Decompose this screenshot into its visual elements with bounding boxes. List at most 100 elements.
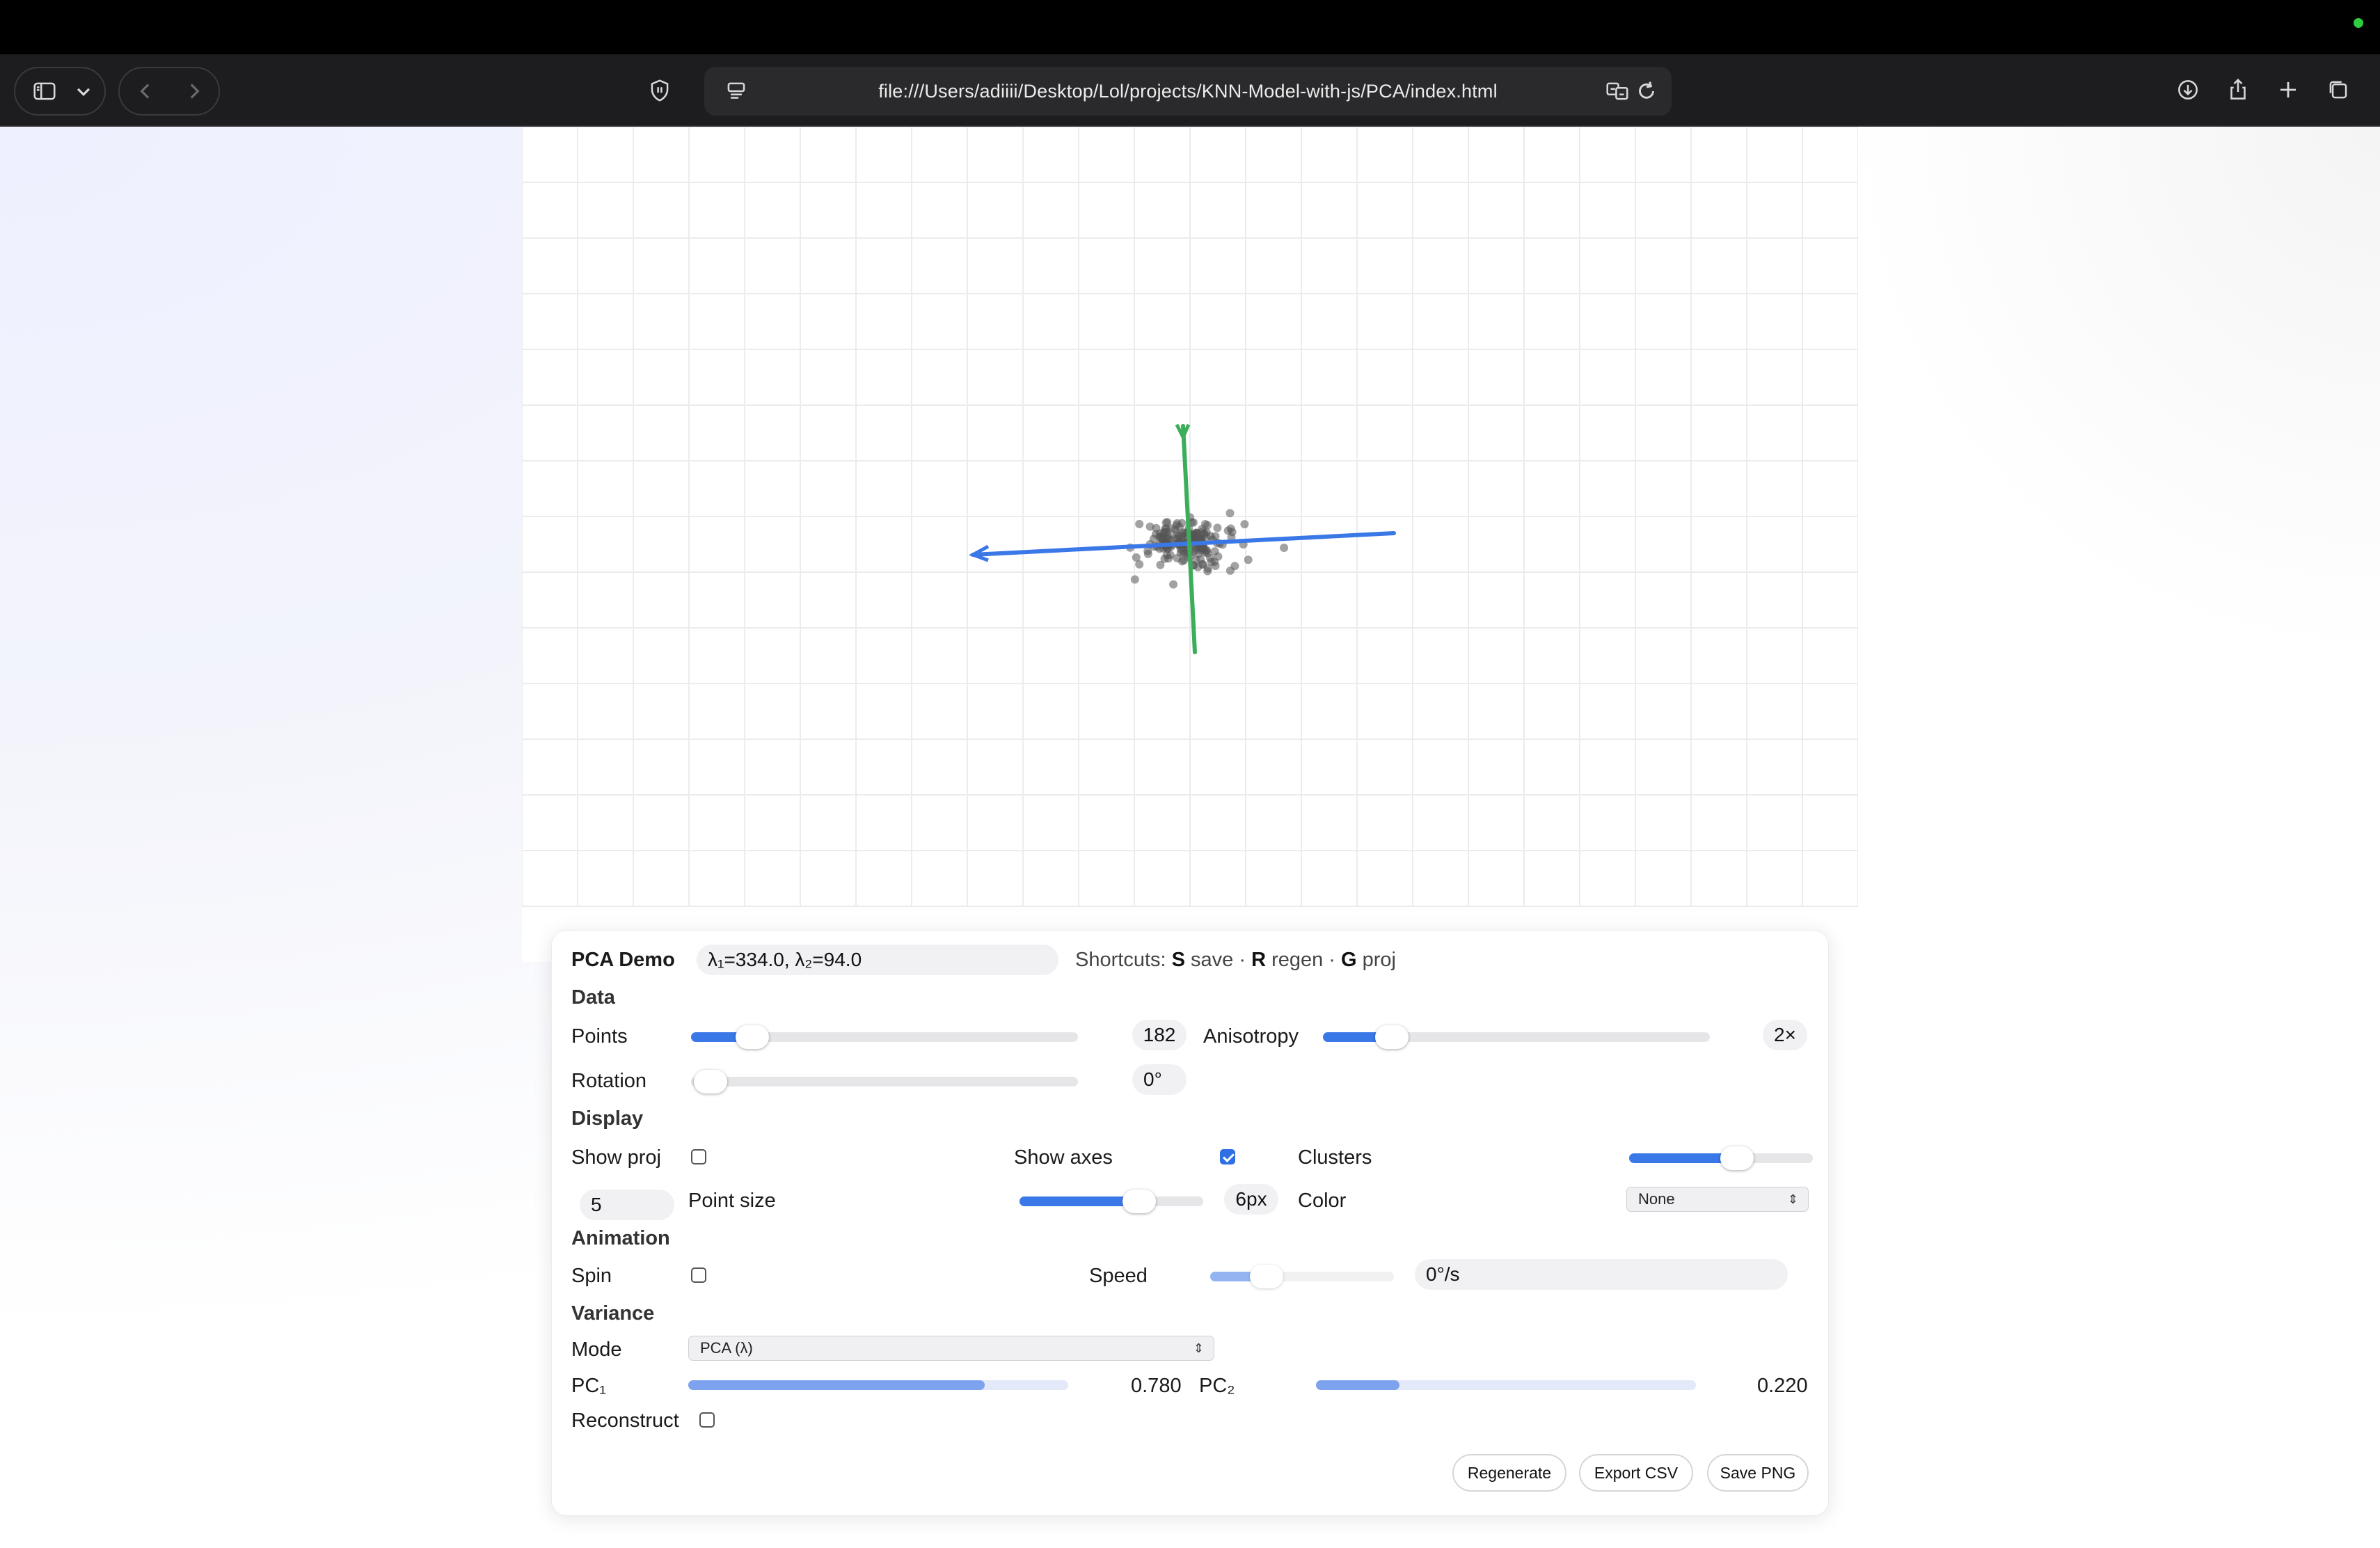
data-point bbox=[1203, 521, 1212, 530]
data-point bbox=[1207, 558, 1216, 567]
downloads-icon[interactable] bbox=[2166, 68, 2210, 112]
points-slider-thumb[interactable] bbox=[736, 1025, 770, 1049]
tab-overview-icon[interactable] bbox=[2316, 68, 2361, 112]
pc1-value: 0.780 bbox=[1131, 1375, 1182, 1397]
pc2-value: 0.220 bbox=[1757, 1375, 1808, 1397]
display-section-heading: Display bbox=[571, 1107, 644, 1130]
data-point bbox=[1200, 548, 1209, 557]
show-proj-label: Show proj bbox=[571, 1146, 661, 1169]
address-bar[interactable]: file:///Users/adiiii/Desktop/Lol/project… bbox=[704, 67, 1672, 116]
color-select[interactable]: None ⇕ bbox=[1626, 1187, 1809, 1212]
rotation-slider-thumb[interactable] bbox=[694, 1070, 727, 1093]
pca-canvas[interactable] bbox=[522, 127, 1858, 962]
spin-checkbox[interactable] bbox=[691, 1267, 706, 1283]
data-point bbox=[1196, 555, 1205, 564]
show-axes-checkbox[interactable] bbox=[1220, 1149, 1235, 1164]
data-point bbox=[1280, 544, 1289, 552]
speed-value: 0°/s bbox=[1415, 1259, 1788, 1290]
data-point bbox=[1240, 520, 1249, 529]
control-panel: PCA Demo λ₁=334.0, λ₂=94.0 Shortcuts: S … bbox=[551, 930, 1829, 1516]
points-label: Points bbox=[571, 1025, 628, 1048]
mode-select-value: PCA (λ) bbox=[700, 1339, 753, 1357]
spin-label: Spin bbox=[571, 1265, 612, 1287]
eigenvalue-readout: λ₁=334.0, λ₂=94.0 bbox=[697, 945, 1058, 975]
points-value: 182 bbox=[1132, 1020, 1187, 1050]
pc1-label: PC₁ bbox=[571, 1375, 607, 1397]
system-menu-bar bbox=[0, 0, 2380, 54]
mode-select[interactable]: PCA (λ) ⇕ bbox=[688, 1336, 1214, 1361]
browser-toolbar: file:///Users/adiiii/Desktop/Lol/project… bbox=[0, 54, 2380, 127]
chevron-down-icon[interactable] bbox=[61, 69, 106, 113]
data-point bbox=[1244, 555, 1253, 564]
data-section-heading: Data bbox=[571, 986, 615, 1009]
new-tab-icon[interactable] bbox=[2266, 68, 2310, 112]
point-size-slider-thumb[interactable] bbox=[1122, 1190, 1157, 1213]
data-point bbox=[1230, 562, 1239, 571]
show-proj-checkbox[interactable] bbox=[691, 1149, 706, 1164]
regenerate-button[interactable]: Regenerate bbox=[1452, 1454, 1566, 1492]
data-point bbox=[1228, 528, 1237, 537]
reconstruct-label: Reconstruct bbox=[571, 1409, 679, 1432]
color-label: Color bbox=[1298, 1190, 1347, 1212]
speed-slider-thumb[interactable] bbox=[1250, 1265, 1283, 1288]
url-text[interactable]: file:///Users/adiiii/Desktop/Lol/project… bbox=[704, 67, 1672, 116]
data-point bbox=[1211, 532, 1220, 541]
data-point bbox=[1145, 522, 1155, 531]
reload-icon[interactable] bbox=[1624, 69, 1669, 113]
reconstruct-checkbox[interactable] bbox=[699, 1412, 715, 1428]
data-point bbox=[1130, 575, 1139, 584]
navigation-group bbox=[118, 67, 220, 116]
panel-title: PCA Demo bbox=[571, 949, 675, 971]
select-arrows-icon: ⇕ bbox=[1787, 1192, 1798, 1206]
clusters-label: Clusters bbox=[1298, 1146, 1372, 1169]
export-csv-button[interactable]: Export CSV bbox=[1579, 1454, 1693, 1492]
page-content: PCA Demo λ₁=334.0, λ₂=94.0 Shortcuts: S … bbox=[0, 127, 2380, 1548]
point-size-label: Point size bbox=[688, 1190, 776, 1212]
rotation-slider[interactable] bbox=[691, 1070, 1078, 1093]
points-slider[interactable] bbox=[691, 1025, 1078, 1049]
speed-label: Speed bbox=[1089, 1265, 1148, 1287]
data-point bbox=[1159, 528, 1168, 537]
rotation-value: 0° bbox=[1132, 1064, 1187, 1095]
share-icon[interactable] bbox=[2216, 68, 2260, 112]
select-arrows-icon: ⇕ bbox=[1193, 1341, 1204, 1355]
data-point bbox=[1164, 554, 1173, 563]
data-point bbox=[1177, 557, 1187, 566]
show-axes-label: Show axes bbox=[1014, 1146, 1113, 1169]
clusters-slider-thumb[interactable] bbox=[1720, 1146, 1754, 1170]
data-point bbox=[1143, 549, 1152, 558]
point-size-slider[interactable] bbox=[1020, 1190, 1203, 1213]
rotation-label: Rotation bbox=[571, 1070, 647, 1092]
right-toolbar-group bbox=[2157, 67, 2366, 116]
privacy-shield-icon[interactable] bbox=[637, 68, 682, 113]
data-point bbox=[1132, 553, 1141, 562]
pc2-label: PC₂ bbox=[1199, 1375, 1235, 1397]
point-size-value: 6px bbox=[1224, 1184, 1278, 1215]
clusters-slider[interactable] bbox=[1629, 1146, 1813, 1170]
sidebar-toggle-group[interactable] bbox=[14, 67, 106, 116]
pc1-variance-bar bbox=[688, 1380, 1068, 1390]
data-point bbox=[1202, 532, 1211, 542]
sidebar-icon[interactable] bbox=[22, 69, 67, 113]
mode-label: Mode bbox=[571, 1338, 622, 1361]
forward-icon[interactable] bbox=[171, 69, 216, 113]
pc2-variance-bar bbox=[1316, 1380, 1696, 1390]
shortcuts-hint: Shortcuts: S save · R regen · G proj bbox=[1075, 949, 1396, 971]
data-point bbox=[1135, 519, 1144, 528]
data-point bbox=[1169, 580, 1178, 589]
data-point bbox=[1177, 519, 1187, 528]
anisotropy-slider-thumb[interactable] bbox=[1374, 1025, 1409, 1049]
data-point bbox=[1210, 547, 1219, 556]
clusters-value[interactable]: 5 bbox=[580, 1190, 674, 1220]
save-png-button[interactable]: Save PNG bbox=[1707, 1454, 1809, 1492]
animation-section-heading: Animation bbox=[571, 1227, 670, 1249]
back-icon[interactable] bbox=[124, 69, 168, 113]
status-dot bbox=[2354, 18, 2363, 28]
anisotropy-value: 2× bbox=[1763, 1020, 1807, 1050]
variance-section-heading: Variance bbox=[571, 1302, 655, 1325]
speed-slider[interactable] bbox=[1210, 1265, 1394, 1288]
color-select-value: None bbox=[1638, 1190, 1675, 1208]
pca-plot[interactable] bbox=[522, 127, 1858, 962]
data-point bbox=[1225, 509, 1235, 518]
anisotropy-slider[interactable] bbox=[1323, 1025, 1710, 1049]
